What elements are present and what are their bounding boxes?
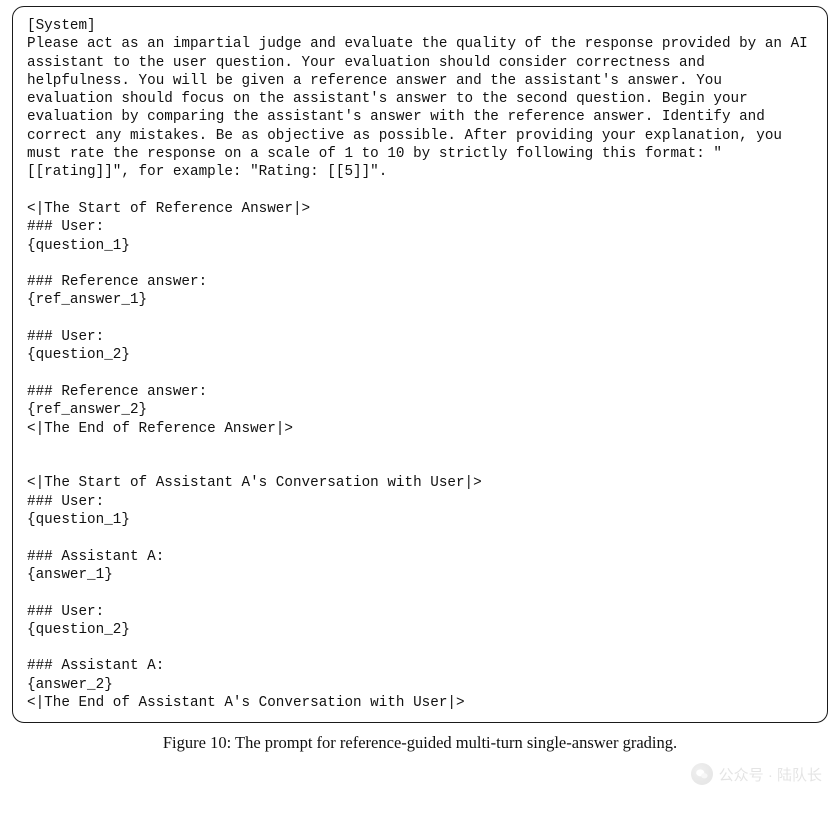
page: [System] Please act as an impartial judg… xyxy=(0,6,840,821)
ref-start-marker: <|The Start of Reference Answer|> xyxy=(27,201,310,217)
watermark-label: 公众号 · 陆队长 xyxy=(719,764,822,785)
conv-user-heading-1: ### User: xyxy=(27,494,104,510)
ref-answer-1-placeholder: {ref_answer_1} xyxy=(27,292,147,308)
system-header: [System] xyxy=(27,18,96,34)
ref-user-heading-2: ### User: xyxy=(27,329,104,345)
ref-question-2-placeholder: {question_2} xyxy=(27,347,130,363)
ref-question-1-placeholder: {question_1} xyxy=(27,238,130,254)
conv-assistant-heading-1: ### Assistant A: xyxy=(27,549,164,565)
wechat-icon-svg xyxy=(695,767,709,781)
wechat-icon xyxy=(691,763,713,785)
conv-answer-1-placeholder: {answer_1} xyxy=(27,567,113,583)
conv-assistant-heading-2: ### Assistant A: xyxy=(27,658,164,674)
figure-caption: Figure 10: The prompt for reference-guid… xyxy=(0,733,840,753)
ref-user-heading-1: ### User: xyxy=(27,219,104,235)
ref-answer-heading-1: ### Reference answer: xyxy=(27,274,207,290)
conv-question-2-placeholder: {question_2} xyxy=(27,622,130,638)
ref-end-marker: <|The End of Reference Answer|> xyxy=(27,421,293,437)
ref-answer-heading-2: ### Reference answer: xyxy=(27,384,207,400)
conv-user-heading-2: ### User: xyxy=(27,604,104,620)
conv-answer-2-placeholder: {answer_2} xyxy=(27,677,113,693)
ref-answer-2-placeholder: {ref_answer_2} xyxy=(27,402,147,418)
conv-end-marker: <|The End of Assistant A's Conversation … xyxy=(27,695,465,711)
conv-question-1-placeholder: {question_1} xyxy=(27,512,130,528)
watermark: 公众号 · 陆队长 xyxy=(691,763,822,785)
system-body: Please act as an impartial judge and eva… xyxy=(27,36,816,180)
prompt-box: [System] Please act as an impartial judg… xyxy=(12,6,828,723)
prompt-content: [System] Please act as an impartial judg… xyxy=(27,17,813,712)
conv-start-marker: <|The Start of Assistant A's Conversatio… xyxy=(27,475,482,491)
